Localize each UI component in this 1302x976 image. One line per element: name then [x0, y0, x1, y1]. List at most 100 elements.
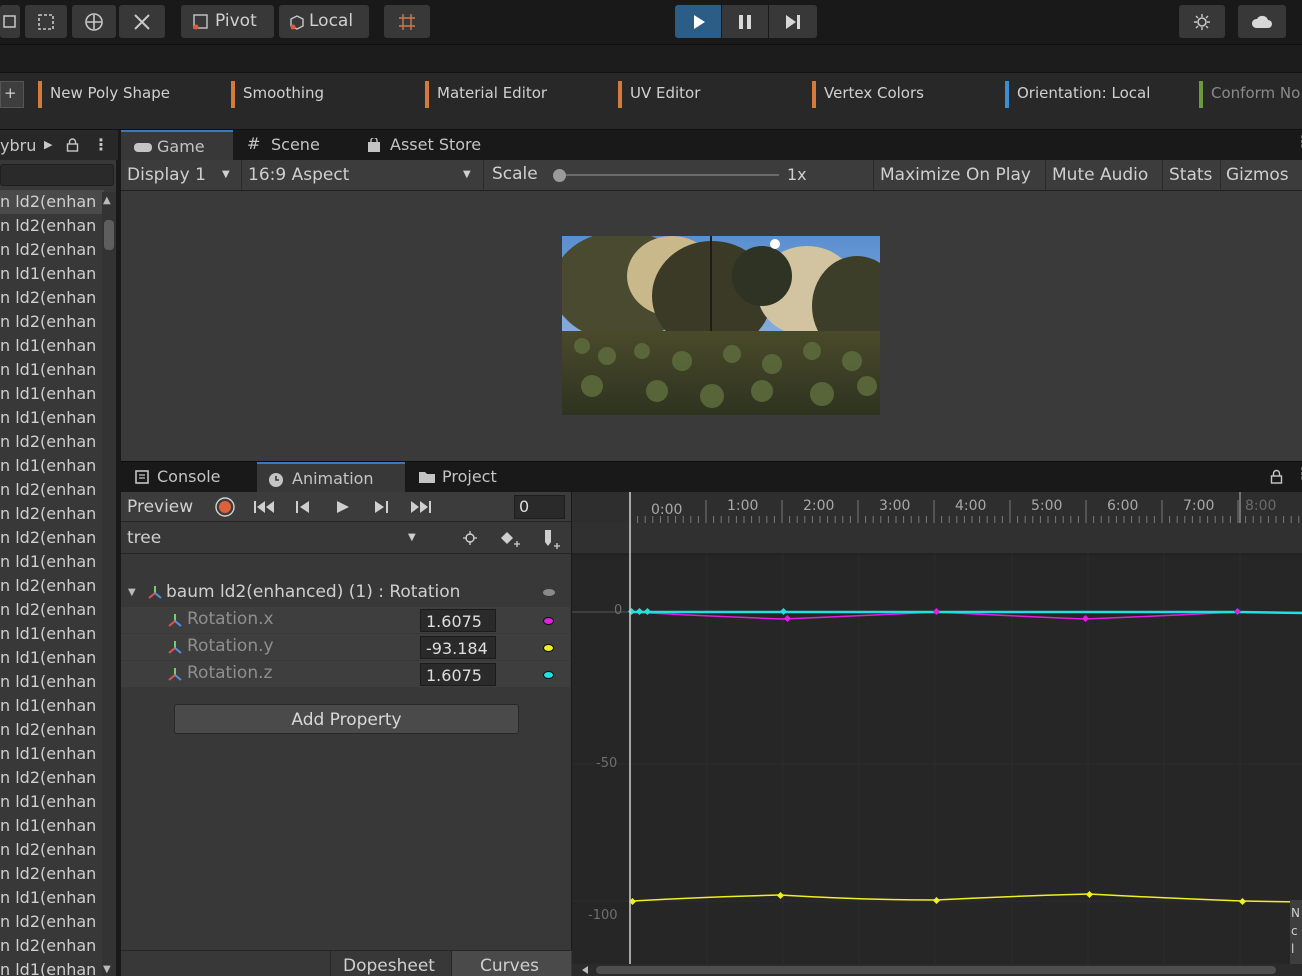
scrollbar-thumb[interactable] [104, 220, 114, 250]
conform-normals-button[interactable]: Conform No [1199, 81, 1302, 108]
hierarchy-item[interactable]: n ld2(enhan [0, 598, 104, 622]
new-poly-shape-button[interactable]: New Poly Shape [38, 81, 218, 108]
add-property-button[interactable]: Add Property [174, 704, 519, 734]
hierarchy-item[interactable]: n ld2(enhan [0, 310, 104, 334]
play-button[interactable] [675, 5, 721, 38]
transform-tool-icon[interactable] [25, 5, 67, 38]
hierarchy-item[interactable]: n ld1(enhan [0, 958, 104, 976]
expand-arrow-icon[interactable]: ▶ [44, 138, 52, 151]
aspect-dropdown[interactable]: 16:9 Aspect ▼ [241, 160, 481, 190]
hierarchy-item[interactable]: n ld2(enhan [0, 190, 104, 214]
first-keyframe-icon[interactable] [253, 499, 275, 515]
add-event-icon[interactable] [542, 528, 562, 550]
rect-tool-icon[interactable] [0, 5, 20, 38]
clip-dropdown[interactable]: tree ▼ [121, 523, 427, 553]
hierarchy-item[interactable]: n ld2(enhan [0, 286, 104, 310]
hierarchy-item[interactable]: n ld2(enhan [0, 838, 104, 862]
cloud-icon[interactable] [1238, 5, 1286, 38]
hierarchy-item[interactable]: n ld1(enhan [0, 646, 104, 670]
add-keyframe-icon[interactable] [500, 530, 522, 548]
scale-slider-thumb[interactable] [553, 169, 566, 182]
custom-tools-icon[interactable] [119, 5, 165, 38]
hierarchy-item[interactable]: n ld1(enhan [0, 454, 104, 478]
hierarchy-item[interactable]: n ld1(enhan [0, 406, 104, 430]
tab-console[interactable]: Console [121, 462, 256, 492]
hierarchy-item[interactable]: n ld1(enhan [0, 790, 104, 814]
expand-arrow-icon[interactable]: ▼ [128, 587, 136, 598]
hierarchy-item[interactable]: n ld2(enhan [0, 214, 104, 238]
vertex-colors-button[interactable]: Vertex Colors [812, 81, 992, 108]
lock-icon[interactable] [1270, 469, 1283, 484]
stats-toggle[interactable]: Stats [1162, 160, 1218, 190]
step-button[interactable] [769, 5, 817, 38]
hierarchy-item[interactable]: n ld2(enhan [0, 934, 104, 958]
display-dropdown[interactable]: Display 1 ▼ [121, 160, 239, 190]
tab-project[interactable]: Project [406, 462, 526, 492]
play-animation-icon[interactable] [335, 499, 351, 515]
orientation-button[interactable]: Orientation: Local [1005, 81, 1190, 108]
prev-keyframe-icon[interactable] [295, 499, 311, 515]
dopesheet-button[interactable]: Dopesheet [330, 951, 451, 976]
property-row-rotation-z[interactable]: Rotation.z 1.6075 [121, 661, 570, 687]
rotation-x-input[interactable]: 1.6075 [420, 609, 496, 632]
hierarchy-item[interactable]: n ld1(enhan [0, 694, 104, 718]
group-curve-dot[interactable] [543, 589, 555, 596]
tab-game[interactable]: Game [121, 130, 233, 160]
tab-asset-store[interactable]: Asset Store [351, 130, 511, 160]
rotation-z-input[interactable]: 1.6075 [420, 663, 496, 686]
hierarchy-search-input[interactable] [0, 164, 114, 186]
hierarchy-scrollbar[interactable]: ▲ ▼ [102, 192, 116, 976]
curves-button[interactable]: Curves [451, 951, 571, 976]
frame-input[interactable]: 0 [514, 495, 565, 519]
hierarchy-item[interactable]: n ld1(enhan [0, 334, 104, 358]
rotation-y-input[interactable]: -93.184 [420, 636, 496, 659]
hierarchy-item[interactable]: n ld2(enhan [0, 574, 104, 598]
tab-animation[interactable]: Animation [257, 462, 405, 492]
hierarchy-item[interactable]: n ld1(enhan [0, 814, 104, 838]
hierarchy-item[interactable]: n ld1(enhan [0, 262, 104, 286]
uv-editor-button[interactable]: UV Editor [618, 81, 798, 108]
scroll-up-icon[interactable]: ▲ [103, 195, 111, 206]
hierarchy-item[interactable]: n ld1(enhan [0, 622, 104, 646]
hierarchy-item[interactable]: n ld2(enhan [0, 430, 104, 454]
next-keyframe-icon[interactable] [373, 499, 389, 515]
preview-toggle[interactable]: Preview [121, 492, 207, 522]
more-menu-icon[interactable]: ⋮ [1295, 132, 1302, 151]
curve-editor[interactable]: 0:00 1:00 2:00 3:00 4:00 5:00 6:00 7:00 … [572, 492, 1302, 976]
scale-slider-track[interactable] [559, 174, 779, 176]
maximize-on-play-toggle[interactable]: Maximize On Play [873, 160, 1043, 190]
more-menu-icon[interactable]: ⋮ [1295, 464, 1302, 483]
tab-scene[interactable]: # Scene [233, 130, 351, 160]
hierarchy-item[interactable]: n ld1(enhan [0, 550, 104, 574]
hierarchy-item[interactable]: n ld2(enhan [0, 478, 104, 502]
mute-audio-toggle[interactable]: Mute Audio [1045, 160, 1160, 190]
hierarchy-item[interactable]: n ld2(enhan [0, 718, 104, 742]
curve-graph[interactable] [572, 492, 1302, 976]
hierarchy-item[interactable]: n ld1(enhan [0, 670, 104, 694]
hierarchy-item[interactable]: n ld2(enhan [0, 862, 104, 886]
last-keyframe-icon[interactable] [410, 499, 432, 515]
record-icon[interactable] [214, 496, 236, 518]
probuilder-add-button[interactable]: + [0, 81, 24, 108]
property-row-rotation-x[interactable]: Rotation.x 1.6075 [121, 607, 570, 633]
hierarchy-item[interactable]: n ld1(enhan [0, 358, 104, 382]
hierarchy-item[interactable]: n ld2(enhan [0, 238, 104, 262]
smoothing-button[interactable]: Smoothing [231, 81, 411, 108]
hierarchy-item[interactable]: n ld2(enhan [0, 766, 104, 790]
hierarchy-item[interactable]: n ld1(enhan [0, 742, 104, 766]
property-row-rotation-y[interactable]: Rotation.y -93.184 [121, 634, 570, 660]
hierarchy-item[interactable]: n ld2(enhan [0, 502, 104, 526]
pause-button[interactable] [722, 5, 768, 38]
hierarchy-item[interactable]: n ld1(enhan [0, 382, 104, 406]
move-rotate-tool-icon[interactable] [72, 5, 116, 38]
scroll-down-icon[interactable]: ▼ [103, 964, 111, 975]
crosshair-icon[interactable] [462, 530, 478, 546]
more-menu-icon[interactable]: ⋮ [93, 135, 109, 154]
lock-icon[interactable] [66, 138, 79, 152]
material-editor-button[interactable]: Material Editor [425, 81, 605, 108]
grid-snap-icon[interactable] [384, 5, 430, 38]
settings-icon[interactable] [1179, 5, 1225, 38]
hierarchy-item[interactable]: n ld1(enhan [0, 886, 104, 910]
hierarchy-item[interactable]: n ld2(enhan [0, 910, 104, 934]
hierarchy-tab[interactable]: ybru ▶ ⋮ [0, 130, 118, 160]
